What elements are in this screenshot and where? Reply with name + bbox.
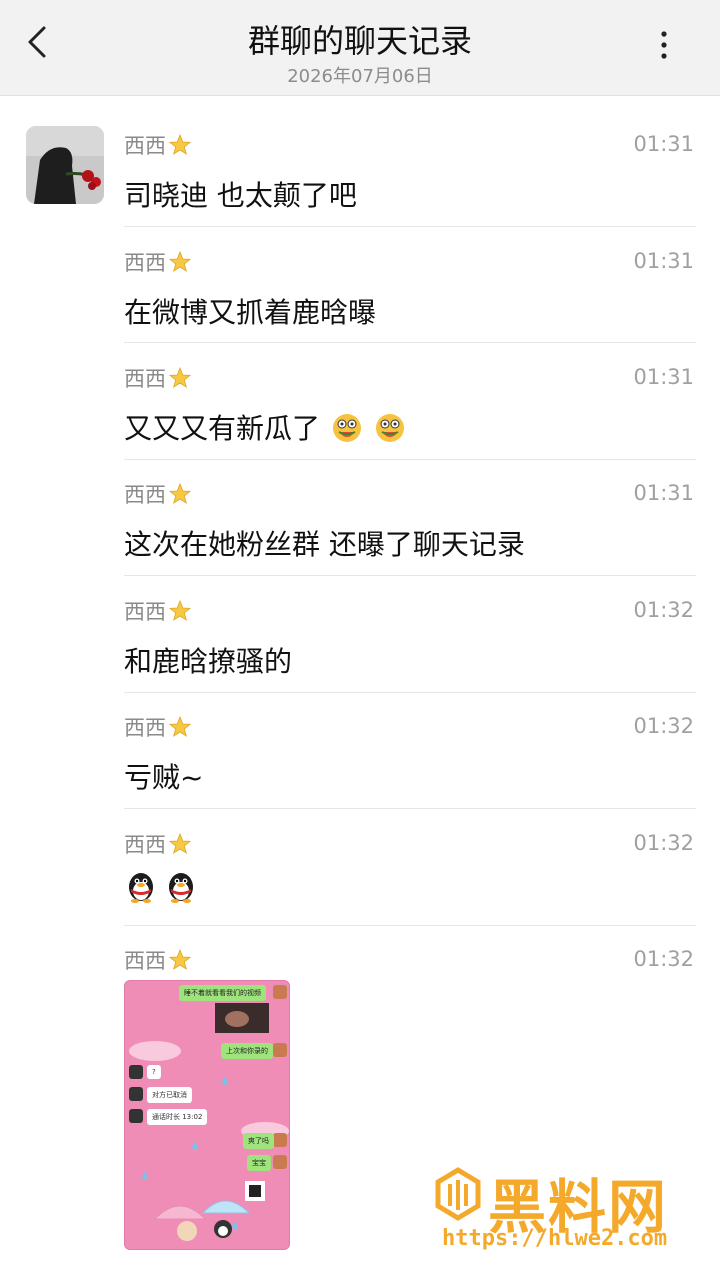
- sender-name: 西西: [124, 600, 166, 624]
- chat-bubble: 上次和你录的: [221, 1043, 273, 1059]
- message-content: 又又又有新瓜了: [124, 407, 406, 447]
- message-text: 在微博又抓着鹿晗曝: [124, 296, 377, 329]
- sender-name: 西西: [124, 483, 166, 507]
- chat-bubble: 爽了吗: [243, 1133, 274, 1149]
- message-text: 亏贼~: [124, 761, 204, 794]
- sender-name: 西西: [124, 251, 166, 275]
- message-time: 01:31: [633, 132, 694, 156]
- message-item[interactable]: 西西 01:32 亏贼~: [124, 712, 696, 794]
- message-time: 01:32: [633, 947, 694, 971]
- watermark-logo-icon: [435, 1167, 481, 1221]
- divider: [124, 226, 696, 227]
- divider: [124, 925, 696, 926]
- sender-name: 西西: [124, 949, 166, 973]
- star-badge-icon: [168, 715, 192, 737]
- mini-avatar: [273, 1043, 287, 1057]
- message-item[interactable]: 西西 01:32: [124, 829, 696, 909]
- message-item[interactable]: 西西 01:31 司晓迪 也太颠了吧: [124, 130, 696, 212]
- chat-bubble: 对方已取消: [147, 1087, 192, 1103]
- header-bar: 群聊的聊天记录 2026年07月06日: [0, 0, 720, 96]
- avatar-photo-icon: [26, 126, 104, 204]
- penguin-emoji-icon: [169, 873, 193, 903]
- message-item[interactable]: 西西 01:31 这次在她粉丝群 还曝了聊天记录: [124, 479, 696, 561]
- mini-avatar: [129, 1109, 143, 1123]
- message-time: 01:31: [633, 365, 694, 389]
- message-time: 01:32: [633, 714, 694, 738]
- star-badge-icon: [168, 366, 192, 388]
- watermark: 黑料网 https://hlwe2.com: [430, 1160, 710, 1260]
- melon-eating-emoji-icon: [375, 414, 404, 442]
- chat-screenshot-image[interactable]: 睡不着就看看我们的视频 上次和你录的 ? 对方已取消 通话时长 13:02 爽了…: [124, 980, 290, 1250]
- message-text: 又又又有新瓜了: [124, 412, 321, 445]
- sender-name: 西西: [124, 367, 166, 391]
- divider: [124, 808, 696, 809]
- message-item[interactable]: 西西 01:32 和鹿晗撩骚的: [124, 596, 696, 678]
- message-item[interactable]: 西西 01:31 在微博又抓着鹿晗曝: [124, 247, 696, 329]
- divider: [124, 459, 696, 460]
- more-vertical-icon[interactable]: [652, 26, 676, 66]
- page-title: 群聊的聊天记录: [247, 22, 472, 60]
- melon-eating-emoji-icon: [332, 414, 361, 442]
- star-badge-icon: [168, 250, 192, 272]
- mini-avatar: [129, 1087, 143, 1101]
- penguin-emoji-icon: [129, 873, 153, 903]
- star-badge-icon: [168, 832, 192, 854]
- divider: [124, 692, 696, 693]
- message-item[interactable]: 西西 01:32: [124, 945, 696, 975]
- chat-bubble: 通话时长 13:02: [147, 1109, 208, 1125]
- star-badge-icon: [168, 948, 192, 970]
- divider: [124, 575, 696, 576]
- message-time: 01:31: [633, 481, 694, 505]
- mini-avatar: [273, 1155, 287, 1169]
- star-badge-icon: [168, 133, 192, 155]
- chat-bubble: 睡不着就看看我们的视频: [179, 985, 266, 1001]
- chat-bubble: ?: [147, 1065, 161, 1079]
- message-time: 01:32: [633, 831, 694, 855]
- message-text: 和鹿晗撩骚的: [124, 645, 293, 678]
- message-item[interactable]: 西西 01:31 又又又有新瓜了: [124, 363, 696, 445]
- mini-avatar: [129, 1065, 143, 1079]
- message-text: 这次在她粉丝群 还曝了聊天记录: [124, 528, 525, 561]
- star-badge-icon: [168, 482, 192, 504]
- sender-name: 西西: [124, 134, 166, 158]
- sender-name: 西西: [124, 716, 166, 740]
- mini-avatar: [273, 1133, 287, 1147]
- message-content: [124, 869, 204, 910]
- avatar[interactable]: [26, 126, 104, 204]
- message-text: 司晓迪 也太颠了吧: [124, 179, 357, 212]
- message-time: 01:32: [633, 598, 694, 622]
- chat-bubble: 宝宝: [247, 1155, 271, 1171]
- watermark-url: https://hlwe2.com: [442, 1226, 668, 1251]
- sender-name: 西西: [124, 833, 166, 857]
- page-date: 2026年07月06日: [287, 66, 433, 87]
- mini-avatar: [273, 985, 287, 999]
- divider: [124, 342, 696, 343]
- star-badge-icon: [168, 599, 192, 621]
- message-time: 01:31: [633, 249, 694, 273]
